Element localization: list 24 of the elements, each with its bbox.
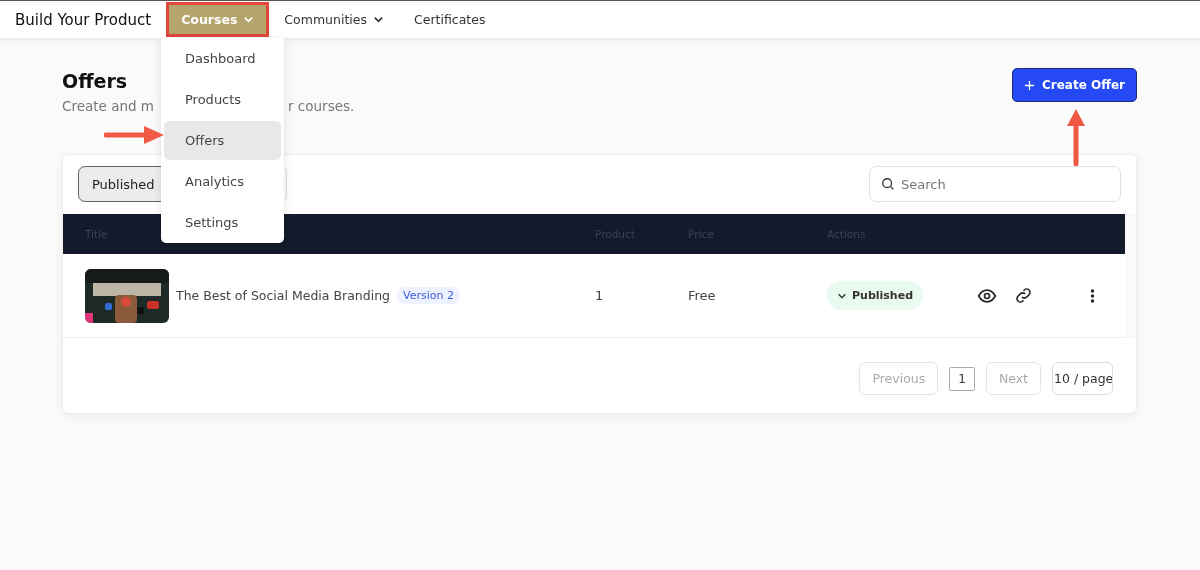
table-cell-text: Free — [688, 288, 717, 303]
plus-icon — [1024, 79, 1035, 91]
page-title: Offers — [62, 70, 129, 92]
more-icon[interactable] — [1090, 287, 1096, 304]
menu-item[interactable]: Products — [164, 80, 281, 119]
link-icon[interactable] — [1014, 286, 1034, 305]
menu-item[interactable]: Offers — [164, 121, 281, 160]
page-size-select[interactable]: 10 / page — [1052, 362, 1113, 395]
menu-item[interactable]: Dashboard — [164, 39, 281, 78]
page-number[interactable]: 1 — [949, 366, 975, 391]
menu-item[interactable]: Settings — [164, 203, 281, 242]
status-dropdown[interactable]: Published — [827, 281, 924, 310]
offer-title: The Best of Social Media Branding — [176, 288, 390, 303]
table-cell-text: 1 — [595, 288, 605, 303]
page-subtitle: Create and m — [62, 98, 154, 114]
create-offer-button[interactable]: Create Offer — [1012, 68, 1137, 102]
nav-menu-item[interactable]: Communities — [272, 5, 396, 34]
search-field[interactable]: Search — [869, 166, 1121, 202]
version-tag: Version 2 — [397, 287, 460, 304]
page-subtitle: r courses. — [288, 98, 355, 114]
app-title: Build Your Product — [15, 10, 152, 29]
nav-menu-item[interactable]: Certificates — [402, 5, 498, 34]
annotation-arrow — [104, 124, 166, 146]
annotation-arrow — [1066, 108, 1086, 166]
